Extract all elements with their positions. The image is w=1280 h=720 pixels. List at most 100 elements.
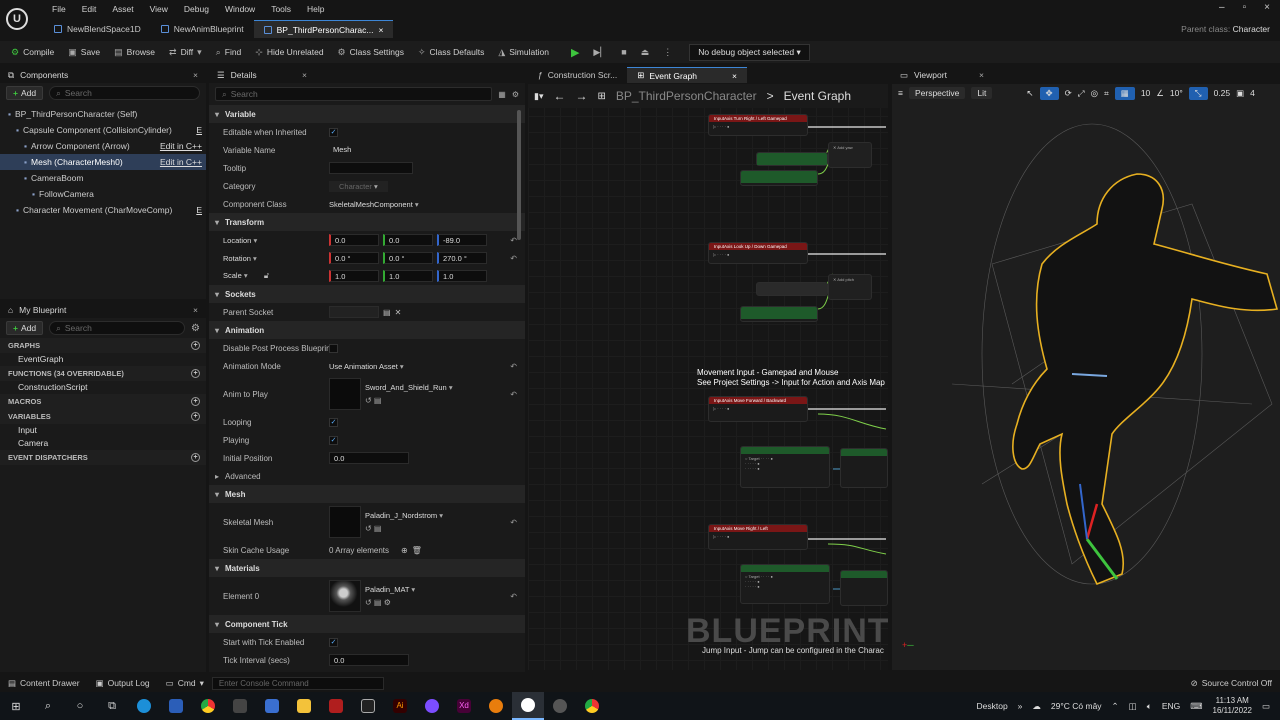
tab-thirdpersoncharacter[interactable]: BP_ThirdPersonCharac... × <box>253 20 394 38</box>
category-sockets[interactable]: Sockets <box>209 285 525 303</box>
variable-name-field[interactable]: Mesh <box>329 144 409 156</box>
animation-mode-dropdown[interactable]: Use Animation Asset <box>329 362 404 371</box>
browse-icon[interactable]: ↺ ▤ ⚙ <box>365 598 506 607</box>
graph-node-turn[interactable]: InputAxis Turn Right / Left Gamepad ▷ · ·… <box>708 114 808 136</box>
app3-icon[interactable] <box>320 692 352 720</box>
component-item[interactable]: ▪ Capsule Component (CollisionCylinder) E <box>0 122 206 138</box>
add-plus-icon[interactable]: + <box>191 412 200 421</box>
class-defaults-button[interactable]: ✧ Class Defaults <box>411 41 491 63</box>
graph-node-lookup[interactable]: InputAxis Look Up / Down Gamepad ▷ · · · … <box>708 242 808 264</box>
notifications-icon[interactable]: ▭ <box>1262 701 1270 712</box>
parent-class-link[interactable]: Character <box>1233 24 1270 34</box>
browse-button[interactable]: ▤ Browse <box>107 41 162 63</box>
disable-post-checkbox[interactable] <box>329 343 338 353</box>
category-component-tick[interactable]: Component Tick <box>209 615 525 633</box>
menu-debug[interactable]: Debug <box>176 2 217 16</box>
list-item[interactable]: ConstructionScript <box>0 381 206 394</box>
class-settings-button[interactable]: ⚙ Class Settings <box>331 41 411 63</box>
details-scrollbar[interactable] <box>517 110 521 240</box>
forward-arrow-icon[interactable]: → <box>575 89 587 103</box>
save-button[interactable]: ▣ Save <box>61 41 107 63</box>
graph-node-move-forward[interactable]: InputAxis Move Forward / Backward ▷ · · ·… <box>708 396 808 422</box>
edit-in-cpp-link[interactable]: Edit in C++ <box>160 138 202 154</box>
more-options-button[interactable]: ⋮ <box>656 41 679 63</box>
task-view-icon[interactable]: ⧉ <box>96 692 128 720</box>
app6-icon[interactable] <box>544 692 576 720</box>
clock[interactable]: 11:13 AM 16/11/2022 <box>1213 696 1252 716</box>
category-transform[interactable]: Transform <box>209 213 525 231</box>
add-plus-icon[interactable]: + <box>191 341 200 350</box>
add-plus-icon[interactable]: + <box>191 397 200 406</box>
component-item[interactable]: ▪ Arrow Component (Arrow) Edit in C++ <box>0 138 206 154</box>
reset-arrow-icon[interactable]: ↶ <box>510 362 517 371</box>
component-item[interactable]: ▪ CameraBoom <box>0 170 206 186</box>
graph-node-move-right[interactable]: InputAxis Move Right / Left ▷ · · · · ● <box>708 524 808 550</box>
bookmark-icon[interactable]: ▮▾ <box>534 91 543 102</box>
eject-button[interactable]: ⏏ <box>634 41 657 63</box>
section-header[interactable]: FUNCTIONS (34 OVERRIDABLE) + <box>0 366 206 381</box>
location-y[interactable]: 0.0 <box>383 234 433 246</box>
graph-node-get-rate[interactable] <box>756 152 828 166</box>
stop-button[interactable]: ■ <box>614 41 633 63</box>
graph-node-forward-vector[interactable] <box>840 448 888 488</box>
output-log-button[interactable]: ▣ Output Log <box>88 678 158 689</box>
edit-in-cpp-link[interactable]: Edit in C++ <box>160 154 202 170</box>
word-icon[interactable] <box>160 692 192 720</box>
tooltip-field[interactable] <box>329 162 413 174</box>
looping-checkbox[interactable]: ✓ <box>329 417 338 427</box>
clear-icon[interactable]: ✕ <box>395 308 402 317</box>
volume-icon[interactable]: 🔈︎ <box>1147 701 1152 712</box>
add-component-button[interactable]: + Add <box>6 86 44 100</box>
simulation-button[interactable]: ◮ Simulation <box>491 41 556 63</box>
edge-icon[interactable] <box>128 692 160 720</box>
advanced-expander[interactable]: Advanced <box>209 467 525 485</box>
skeletal-mesh-dropdown[interactable]: Paladin_J_Nordstrom <box>365 511 506 520</box>
file-explorer-icon[interactable] <box>288 692 320 720</box>
my-blueprint-search[interactable]: ⌕ Search <box>49 321 186 335</box>
cmd-button[interactable]: ▭ Cmd ▾ <box>158 678 212 689</box>
category-variable[interactable]: Variable <box>209 105 525 123</box>
graph-node-get-rotation2[interactable]: ○ Target · · · · ● · · · · · ● · · · · · ● <box>740 564 830 604</box>
lock-icon[interactable]: 🔓︎ <box>264 271 269 280</box>
rotation-y[interactable]: 0.0 ° <box>383 252 433 264</box>
network-icon[interactable]: ◫ <box>1129 701 1137 712</box>
comment-jump-input[interactable]: Jump Input - Jump can be configured in t… <box>702 646 884 655</box>
close-tab-icon[interactable]: × <box>379 25 384 35</box>
list-item[interactable]: Camera <box>0 437 206 450</box>
material-dropdown[interactable]: Paladin_MAT <box>365 585 506 594</box>
category-materials[interactable]: Materials <box>209 559 525 577</box>
tab-blendspace[interactable]: NewBlendSpace1D <box>44 20 151 38</box>
chevron-icon[interactable]: » <box>1018 701 1023 711</box>
app2-icon[interactable] <box>256 692 288 720</box>
category-animation[interactable]: Animation <box>209 321 525 339</box>
add-element-icon[interactable]: ⊕ <box>401 546 408 555</box>
reset-arrow-icon[interactable]: ↶ <box>510 390 517 399</box>
console-input[interactable]: Enter Console Command <box>211 676 384 690</box>
menu-edit[interactable]: Edit <box>74 2 105 16</box>
menu-help[interactable]: Help <box>299 2 332 16</box>
graph-node-right-vector[interactable] <box>840 570 888 606</box>
graph-node-delta2[interactable] <box>740 306 818 322</box>
source-control-button[interactable]: ⊘ Source Control Off <box>1183 678 1280 689</box>
illustrator-icon[interactable]: Ai <box>384 692 416 720</box>
menu-window[interactable]: Window <box>217 2 263 16</box>
section-header[interactable]: GRAPHS + <box>0 338 206 353</box>
list-item[interactable]: EventGraph <box>0 353 206 366</box>
close-panel-icon[interactable]: × <box>193 70 198 80</box>
app4-icon[interactable] <box>352 692 384 720</box>
initial-position-field[interactable]: 0.0 <box>329 452 409 464</box>
menu-tools[interactable]: Tools <box>263 2 299 16</box>
trash-icon[interactable]: 🗑︎ <box>412 546 422 555</box>
component-item[interactable]: ▪ Character Movement (CharMoveComp) E <box>0 202 206 218</box>
playing-checkbox[interactable]: ✓ <box>329 435 338 445</box>
reset-arrow-icon[interactable]: ↶ <box>510 236 517 245</box>
gear-icon[interactable]: ⚙ <box>512 90 519 99</box>
unreal-logo-icon[interactable]: U <box>6 8 28 30</box>
back-arrow-icon[interactable]: ← <box>553 89 565 103</box>
component-class-dropdown[interactable]: SkeletalMeshComponent <box>329 200 419 209</box>
step-button[interactable]: ▶▏ <box>586 41 614 63</box>
chrome2-icon[interactable] <box>576 692 608 720</box>
menu-asset[interactable]: Asset <box>104 2 141 16</box>
reset-arrow-icon[interactable]: ↶ <box>510 518 517 527</box>
hide-unrelated-button[interactable]: ⊹ Hide Unrelated <box>248 41 330 63</box>
